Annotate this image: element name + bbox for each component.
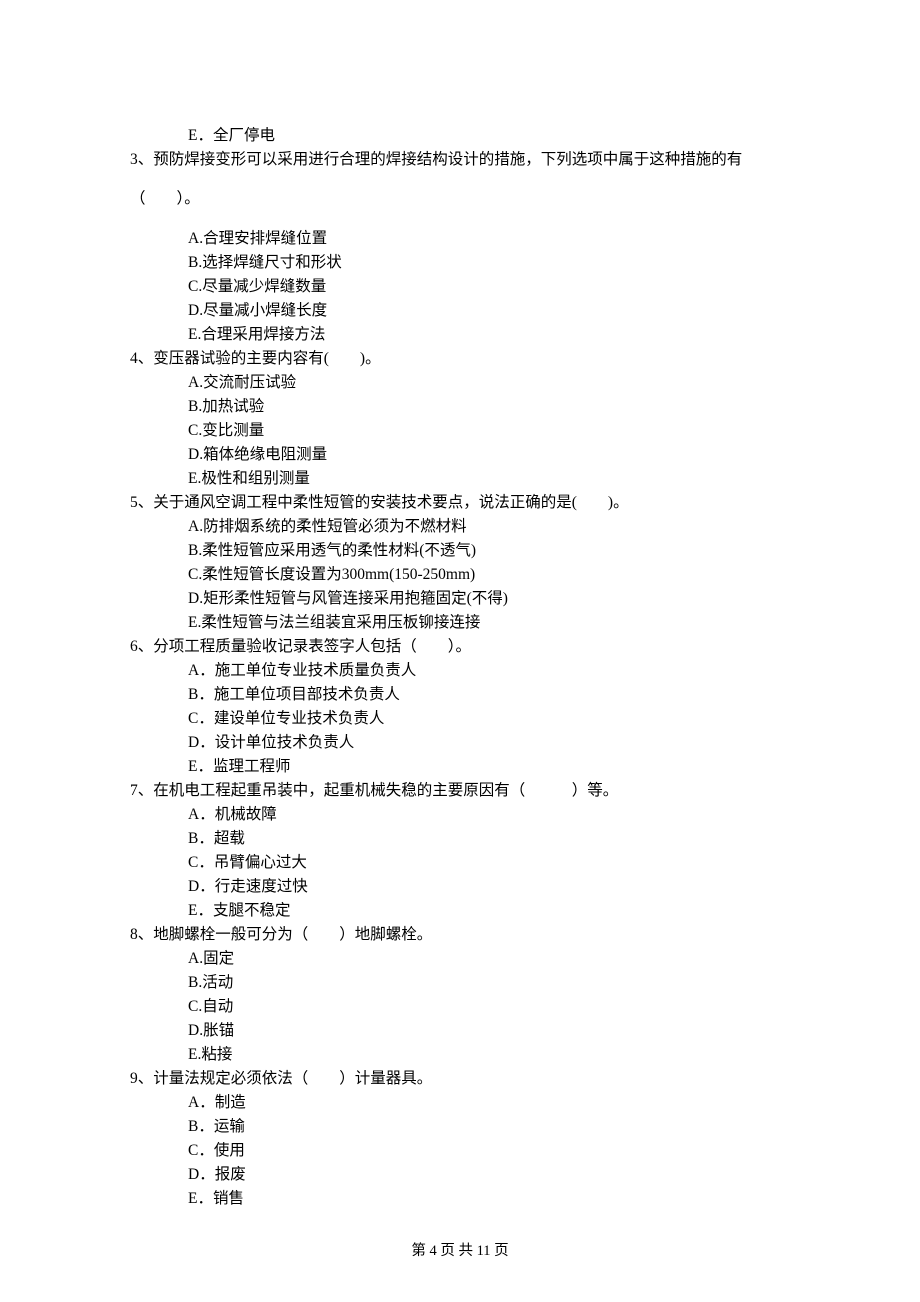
option-d: D．设计单位技术负责人 bbox=[188, 731, 790, 755]
question-stem: 3、预防焊接变形可以采用进行合理的焊接结构设计的措施，下列选项中属于这种措施的有 bbox=[130, 148, 790, 172]
question-3: 3、预防焊接变形可以采用进行合理的焊接结构设计的措施，下列选项中属于这种措施的有… bbox=[130, 148, 790, 347]
question-stem: 4、变压器试验的主要内容有( )。 bbox=[130, 347, 790, 371]
option-b: B.活动 bbox=[188, 971, 790, 995]
option-a: A.固定 bbox=[188, 947, 790, 971]
question-stem: 7、在机电工程起重吊装中，起重机械失稳的主要原因有（ ）等。 bbox=[130, 779, 790, 803]
option-b: B.柔性短管应采用透气的柔性材料(不透气) bbox=[188, 539, 790, 563]
question-text: 预防焊接变形可以采用进行合理的焊接结构设计的措施，下列选项中属于这种措施的有 bbox=[153, 151, 742, 168]
option-e: E．销售 bbox=[188, 1187, 790, 1211]
question-text: 分项工程质量验收记录表签字人包括（ ）。 bbox=[153, 638, 471, 655]
question-stem: 9、计量法规定必须依法（ ）计量器具。 bbox=[130, 1067, 790, 1091]
option-c: C.尽量减少焊缝数量 bbox=[188, 275, 790, 299]
question-9: 9、计量法规定必须依法（ ）计量器具。 A．制造 B．运输 C．使用 D．报废 … bbox=[130, 1067, 790, 1211]
question-number: 4、 bbox=[130, 350, 153, 367]
options-block: A．机械故障 B．超载 C．吊臂偏心过大 D．行走速度过快 E．支腿不稳定 bbox=[188, 803, 790, 923]
options-block: A.合理安排焊缝位置 B.选择焊缝尺寸和形状 C.尽量减少焊缝数量 D.尽量减小… bbox=[188, 227, 790, 347]
option-b: B．施工单位项目部技术负责人 bbox=[188, 683, 790, 707]
option-b: B.选择焊缝尺寸和形状 bbox=[188, 251, 790, 275]
option-a: A．施工单位专业技术质量负责人 bbox=[188, 659, 790, 683]
question-stem: 8、地脚螺栓一般可分为（ ）地脚螺栓。 bbox=[130, 923, 790, 947]
option-c: C.柔性短管长度设置为300mm(150-250mm) bbox=[188, 563, 790, 587]
option-a: A．机械故障 bbox=[188, 803, 790, 827]
question-5: 5、关于通风空调工程中柔性短管的安装技术要点，说法正确的是( )。 A.防排烟系… bbox=[130, 491, 790, 635]
question-8: 8、地脚螺栓一般可分为（ ）地脚螺栓。 A.固定 B.活动 C.自动 D.胀锚 … bbox=[130, 923, 790, 1067]
option-b: B．运输 bbox=[188, 1115, 790, 1139]
page-content: E．全厂停电 3、预防焊接变形可以采用进行合理的焊接结构设计的措施，下列选项中属… bbox=[0, 0, 920, 1211]
option-d: D．报废 bbox=[188, 1163, 790, 1187]
option-e: E.合理采用焊接方法 bbox=[188, 323, 790, 347]
question-number: 5、 bbox=[130, 494, 153, 511]
options-block: A.固定 B.活动 C.自动 D.胀锚 E.粘接 bbox=[188, 947, 790, 1067]
options-block: A．施工单位专业技术质量负责人 B．施工单位项目部技术负责人 C．建设单位专业技… bbox=[188, 659, 790, 779]
option-a: A.交流耐压试验 bbox=[188, 371, 790, 395]
option-c: C．建设单位专业技术负责人 bbox=[188, 707, 790, 731]
question-6: 6、分项工程质量验收记录表签字人包括（ ）。 A．施工单位专业技术质量负责人 B… bbox=[130, 635, 790, 779]
question-7: 7、在机电工程起重吊装中，起重机械失稳的主要原因有（ ）等。 A．机械故障 B．… bbox=[130, 779, 790, 923]
option-c: C.变比测量 bbox=[188, 419, 790, 443]
question-number: 7、 bbox=[130, 782, 153, 799]
question-text: 计量法规定必须依法（ ）计量器具。 bbox=[153, 1070, 432, 1087]
option-d: D.胀锚 bbox=[188, 1019, 790, 1043]
option-d: D.尽量减小焊缝长度 bbox=[188, 299, 790, 323]
option-c: C．使用 bbox=[188, 1139, 790, 1163]
options-block: A.防排烟系统的柔性短管必须为不燃材料 B.柔性短管应采用透气的柔性材料(不透气… bbox=[188, 515, 790, 635]
option-e: E.极性和组别测量 bbox=[188, 467, 790, 491]
option-e: E.柔性短管与法兰组装宜采用压板铆接连接 bbox=[188, 611, 790, 635]
question-number: 9、 bbox=[130, 1070, 153, 1087]
question-text: 地脚螺栓一般可分为（ ）地脚螺栓。 bbox=[153, 926, 432, 943]
question-text: 在机电工程起重吊装中，起重机械失稳的主要原因有（ ）等。 bbox=[153, 782, 618, 799]
option-c: C.自动 bbox=[188, 995, 790, 1019]
option-d: D.箱体绝缘电阻测量 bbox=[188, 443, 790, 467]
option-c: C．吊臂偏心过大 bbox=[188, 851, 790, 875]
question-number: 6、 bbox=[130, 638, 153, 655]
options-block: A．制造 B．运输 C．使用 D．报废 E．销售 bbox=[188, 1091, 790, 1211]
question-text: 关于通风空调工程中柔性短管的安装技术要点，说法正确的是( )。 bbox=[153, 494, 628, 511]
question-stem: 5、关于通风空调工程中柔性短管的安装技术要点，说法正确的是( )。 bbox=[130, 491, 790, 515]
option-d: D．行走速度过快 bbox=[188, 875, 790, 899]
option-a: A.合理安排焊缝位置 bbox=[188, 227, 790, 251]
question-4: 4、变压器试验的主要内容有( )。 A.交流耐压试验 B.加热试验 C.变比测量… bbox=[130, 347, 790, 491]
option-e: E.粘接 bbox=[188, 1043, 790, 1067]
question-stem-continuation: （ ）。 bbox=[130, 187, 790, 211]
question-number: 3、 bbox=[130, 151, 153, 168]
option-a: A．制造 bbox=[188, 1091, 790, 1115]
option-d: D.矩形柔性短管与风管连接采用抱箍固定(不得) bbox=[188, 587, 790, 611]
question-number: 8、 bbox=[130, 926, 153, 943]
option-b: B.加热试验 bbox=[188, 395, 790, 419]
question-text: 变压器试验的主要内容有( )。 bbox=[153, 350, 380, 367]
option-a: A.防排烟系统的柔性短管必须为不燃材料 bbox=[188, 515, 790, 539]
option-b: B．超载 bbox=[188, 827, 790, 851]
page-footer: 第 4 页 共 11 页 bbox=[0, 1240, 920, 1262]
question-stem: 6、分项工程质量验收记录表签字人包括（ ）。 bbox=[130, 635, 790, 659]
option-e: E．支腿不稳定 bbox=[188, 899, 790, 923]
options-block: A.交流耐压试验 B.加热试验 C.变比测量 D.箱体绝缘电阻测量 E.极性和组… bbox=[188, 371, 790, 491]
orphan-option: E．全厂停电 bbox=[188, 124, 790, 148]
option-e: E．监理工程师 bbox=[188, 755, 790, 779]
